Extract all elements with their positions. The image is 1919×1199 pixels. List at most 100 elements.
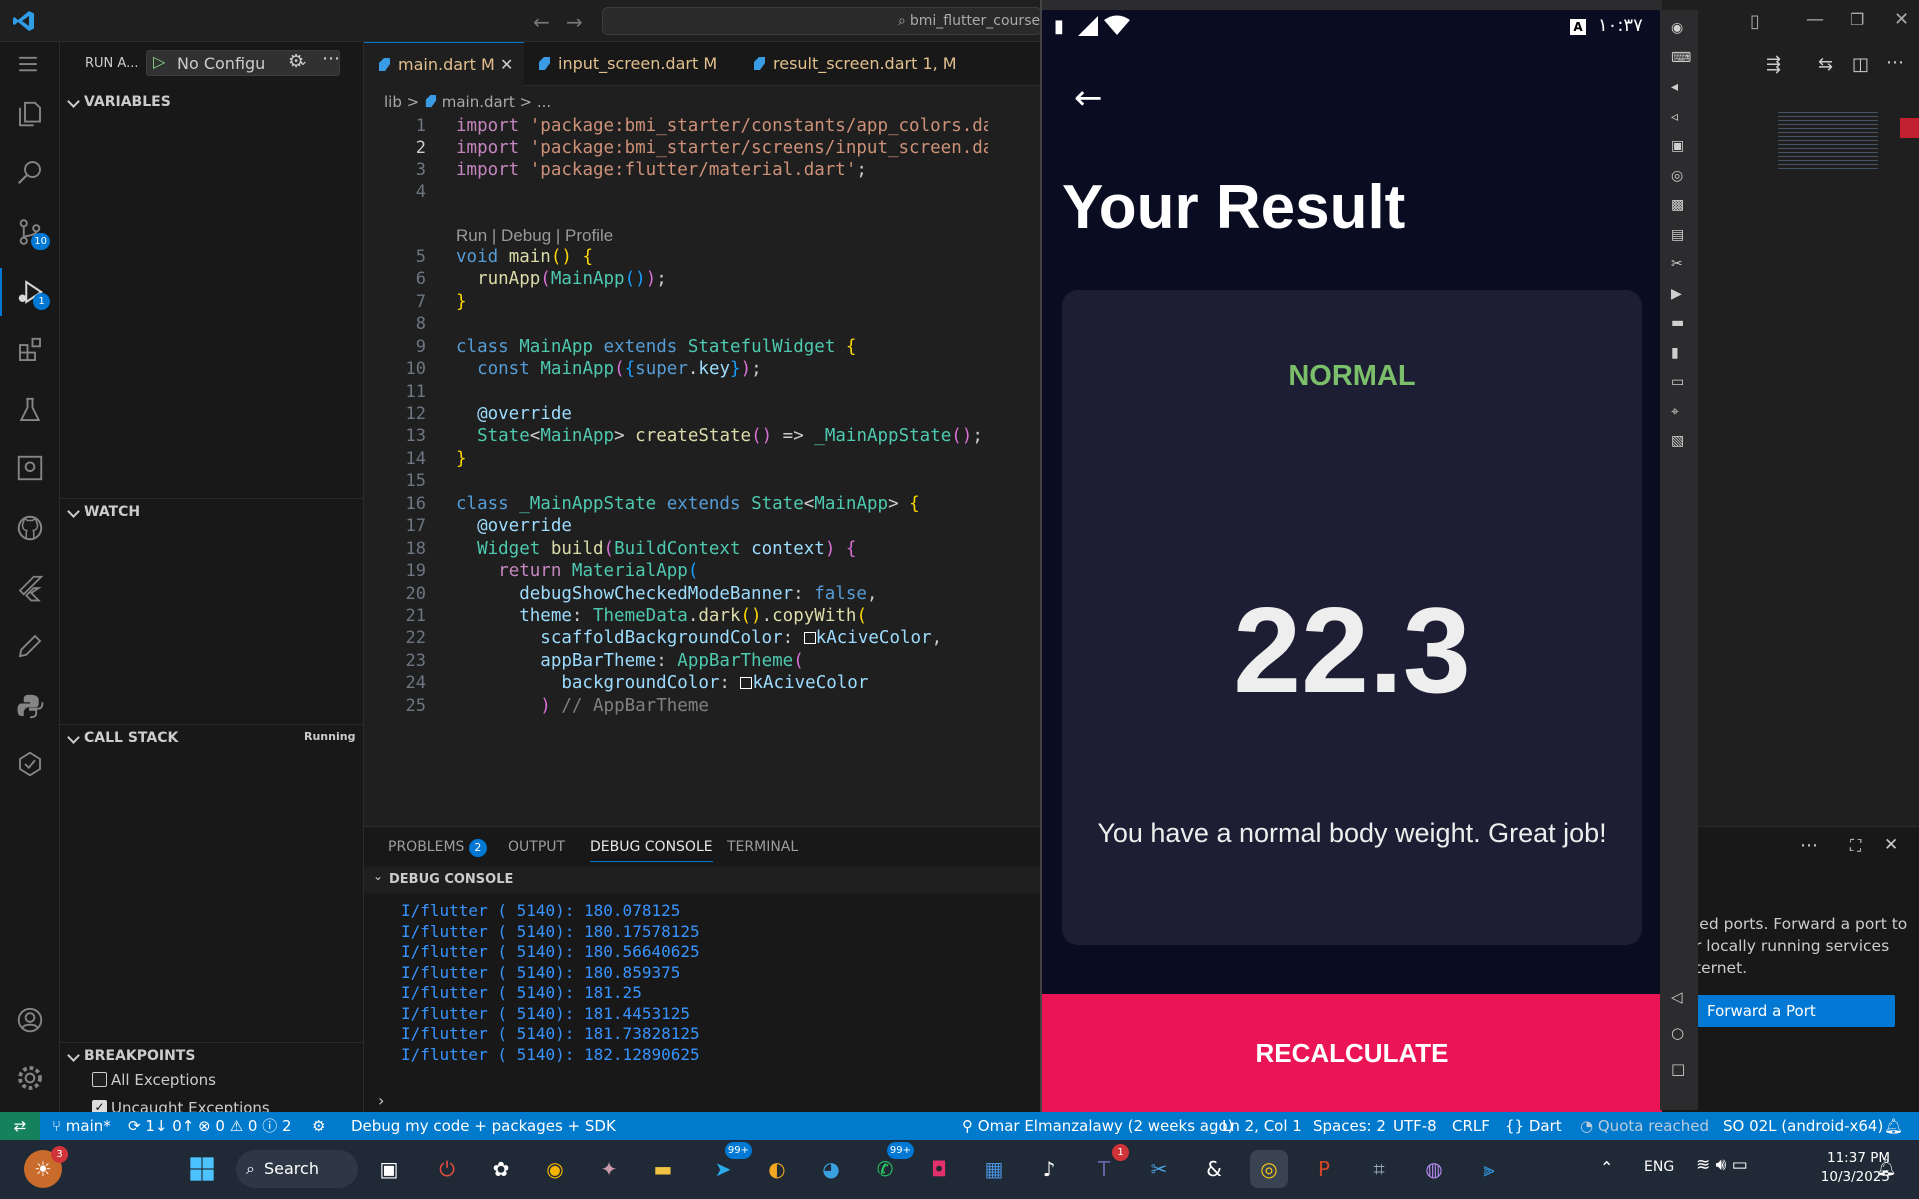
input-language[interactable]: ENG bbox=[1644, 1159, 1674, 1175]
app-icon[interactable]: ◎ bbox=[1250, 1150, 1288, 1188]
edit-pen-icon[interactable] bbox=[14, 630, 46, 662]
indentation[interactable]: Spaces: 2 bbox=[1313, 1112, 1386, 1140]
folder-icon[interactable]: ▭ bbox=[1671, 374, 1684, 390]
nav-home-icon[interactable]: ○ bbox=[1671, 1024, 1684, 1042]
teams-icon[interactable]: T1 bbox=[1085, 1144, 1129, 1188]
snapshot-icon[interactable]: ▧ bbox=[1671, 433, 1684, 449]
sync-status[interactable]: ⟳ 1↓ 0↑ bbox=[128, 1112, 194, 1140]
problems-status[interactable]: ⊗ 0 ⚠ 0 ⓘ 2 bbox=[198, 1112, 292, 1140]
search-icon[interactable] bbox=[14, 156, 46, 188]
clock-date[interactable]: 11:37 PM 10/3/2025 bbox=[1790, 1149, 1890, 1187]
github-icon[interactable] bbox=[14, 512, 46, 544]
screenshot-icon[interactable]: ▩ bbox=[1671, 197, 1684, 213]
remote-explorer-icon[interactable] bbox=[14, 452, 46, 484]
codelens[interactable]: Run | Debug | Profile bbox=[456, 226, 613, 246]
source-control-icon[interactable]: 10 bbox=[14, 216, 50, 250]
power-icon[interactable]: ◉ bbox=[1671, 20, 1683, 36]
split-editor-icon[interactable]: ◫ bbox=[1852, 54, 1869, 75]
vscode-taskbar-icon[interactable]: ⫸ bbox=[1470, 1150, 1508, 1188]
encoding[interactable]: UTF-8 bbox=[1393, 1112, 1437, 1140]
breadcrumb-folder[interactable]: lib bbox=[384, 93, 402, 111]
weather-widget-icon[interactable]: ☀ 3 bbox=[24, 1146, 68, 1188]
git-blame[interactable]: ⚲ Omar Elmanzalawy (2 weeks ago) bbox=[962, 1112, 1234, 1140]
volume-down-icon[interactable]: ◃ bbox=[1671, 109, 1678, 125]
more-actions-icon[interactable]: ⋯ bbox=[322, 48, 340, 69]
record-icon[interactable]: ▶ bbox=[1671, 286, 1682, 302]
breakpoints-section[interactable]: BREAKPOINTS bbox=[60, 1044, 364, 1068]
edge-icon[interactable]: ◕ bbox=[812, 1150, 850, 1188]
testing-icon[interactable] bbox=[14, 394, 46, 426]
eol[interactable]: CRLF bbox=[1452, 1112, 1490, 1140]
app-icon[interactable]: ⏻ bbox=[428, 1150, 466, 1188]
cursor-position[interactable]: Ln 2, Col 1 bbox=[1222, 1112, 1302, 1140]
tab-output[interactable]: OUTPUT bbox=[508, 839, 565, 855]
app-icon[interactable]: ◐ bbox=[758, 1150, 796, 1188]
code-editor[interactable]: 1 2 3 4 5 6 7 8 9 10 11 12 13 14 15 16 17 18 19 20 21 22 23 24 2… bbox=[364, 116, 1040, 826]
tab-debug-console[interactable]: DEBUG CONSOLE bbox=[590, 839, 713, 862]
more-icon[interactable]: ⋯ bbox=[1800, 835, 1818, 856]
close-panel-icon[interactable]: ✕ bbox=[1884, 835, 1898, 855]
whatsapp-icon[interactable]: ✆ 99+ bbox=[866, 1142, 914, 1188]
extensions-icon[interactable] bbox=[14, 334, 46, 366]
chatgpt-icon[interactable]: ✿ bbox=[482, 1150, 520, 1188]
maximize-panel-icon[interactable]: ⛶ bbox=[1850, 836, 1861, 856]
ampersand-app-icon[interactable]: & bbox=[1195, 1150, 1233, 1188]
forward-port-button[interactable]: Forward a Port bbox=[1695, 995, 1895, 1027]
layout-icon[interactable]: ▯ bbox=[1750, 11, 1760, 32]
powerpoint-icon[interactable]: P bbox=[1305, 1150, 1343, 1188]
recalculate-button[interactable]: RECALCULATE bbox=[1042, 994, 1662, 1112]
nav-back-icon[interactable]: ← bbox=[533, 10, 550, 34]
tiktok-icon[interactable]: ♪ bbox=[1030, 1150, 1068, 1188]
run-debug-icon[interactable]: 1 bbox=[14, 276, 50, 310]
location-icon[interactable]: ⌖ bbox=[1671, 404, 1679, 420]
rotate-icon[interactable]: ▣ bbox=[1671, 138, 1684, 154]
snipping-icon[interactable]: ✂ bbox=[1140, 1150, 1178, 1188]
cut-icon[interactable]: ✂ bbox=[1671, 256, 1683, 272]
ai-chat-icon[interactable] bbox=[14, 748, 46, 780]
copilot-quota[interactable]: ◔ Quota reached bbox=[1580, 1112, 1709, 1140]
windows-start-icon[interactable] bbox=[183, 1150, 221, 1188]
tab-input-screen[interactable]: input_screen.dart M bbox=[524, 42, 739, 86]
restore-icon[interactable]: ❐ bbox=[1850, 10, 1864, 29]
nav-back-icon[interactable]: ◁ bbox=[1671, 988, 1683, 1006]
camera-icon[interactable]: ◎ bbox=[1671, 168, 1683, 184]
watch-section[interactable]: WATCH bbox=[60, 500, 364, 524]
breadcrumb-symbol[interactable]: ... bbox=[537, 93, 551, 111]
nav-overview-icon[interactable]: □ bbox=[1671, 1060, 1685, 1078]
store-icon[interactable]: ▦ bbox=[975, 1150, 1013, 1188]
debug-config-select[interactable]: ▷ No Configu ⌄ bbox=[146, 50, 340, 76]
debug-mode[interactable]: Debug my code + packages + SDK bbox=[351, 1112, 616, 1140]
close-icon[interactable]: ✕ bbox=[500, 43, 513, 87]
debug-console-header[interactable]: ⌄ DEBUG CONSOLE bbox=[364, 867, 1040, 893]
taskbar-search[interactable]: ⌕ Search bbox=[236, 1150, 358, 1188]
debug-console-output[interactable]: I/flutter ( 5140): 180.078125 I/flutter (… bbox=[364, 901, 1040, 1101]
device-selector[interactable]: SO 02L (android-x64) bbox=[1723, 1112, 1883, 1140]
minimize-icon[interactable]: — bbox=[1806, 9, 1824, 30]
device-icon[interactable]: ▮ bbox=[1671, 345, 1679, 361]
close-window-icon[interactable]: ✕ bbox=[1894, 9, 1909, 30]
all-exceptions-checkbox[interactable] bbox=[92, 1072, 107, 1087]
console-input-chevron-icon[interactable]: › bbox=[378, 1091, 384, 1110]
instagram-icon[interactable]: ◘ bbox=[920, 1150, 958, 1188]
copilot-icon[interactable]: ✦ bbox=[590, 1150, 628, 1188]
display-icon[interactable]: ▬ bbox=[1671, 315, 1684, 331]
volume-up-icon[interactable]: ◂ bbox=[1671, 79, 1678, 95]
keyboard-icon[interactable]: ⌨ bbox=[1671, 50, 1691, 66]
notification-center-icon[interactable]: 🔔︎ bbox=[1876, 1158, 1896, 1177]
tab-main-dart[interactable]: main.dart M ✕ bbox=[364, 42, 524, 86]
extended-controls-icon[interactable]: ▤ bbox=[1671, 227, 1684, 243]
variables-section[interactable]: VARIABLES bbox=[60, 90, 364, 114]
gear-icon[interactable]: ⚙ bbox=[288, 51, 304, 72]
debug-icon[interactable]: ⚙ bbox=[312, 1112, 325, 1140]
explorer-icon[interactable] bbox=[14, 98, 46, 130]
tab-problems[interactable]: PROBLEMS 2 bbox=[388, 839, 487, 857]
run-dropdown-icon[interactable]: ⇶ bbox=[1766, 54, 1781, 75]
back-arrow-icon[interactable]: ← bbox=[1074, 78, 1103, 118]
remote-icon[interactable]: ⇄ bbox=[0, 1112, 40, 1140]
tab-terminal[interactable]: TERMINAL bbox=[727, 839, 798, 855]
start-debug-icon[interactable]: ▷ bbox=[153, 52, 165, 71]
system-tray-icons[interactable]: ≋ 🔊︎ ▭ bbox=[1696, 1155, 1748, 1175]
flutter-icon[interactable] bbox=[14, 572, 46, 604]
breadcrumb-file[interactable]: main.dart bbox=[442, 93, 515, 111]
menu-icon[interactable] bbox=[12, 48, 44, 80]
